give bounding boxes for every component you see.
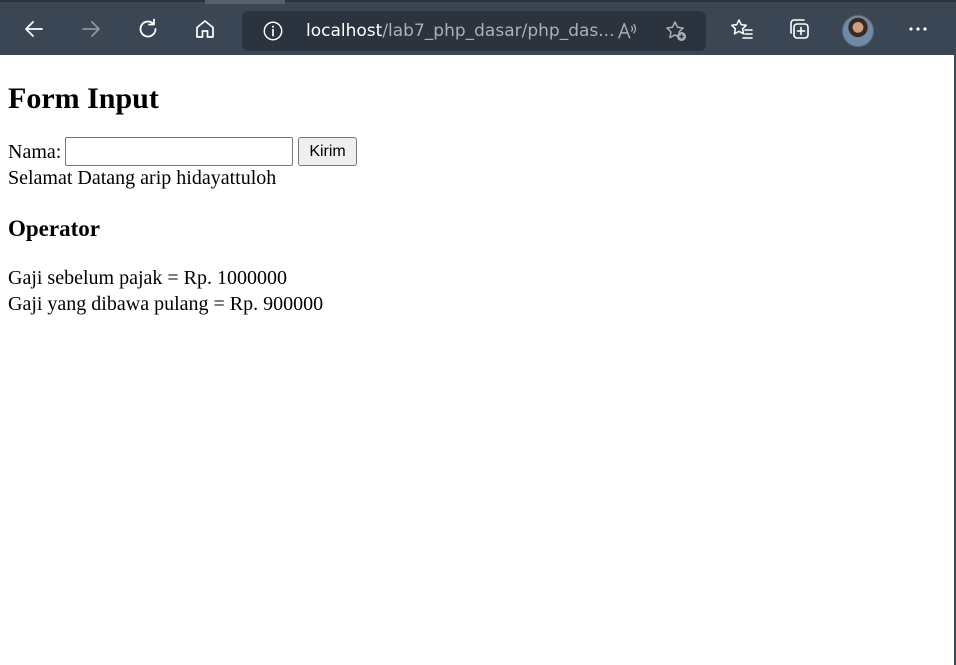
- back-button[interactable]: [18, 13, 50, 45]
- arrow-right-icon: [82, 21, 100, 37]
- active-tab-indicator: [205, 0, 285, 4]
- star-add-icon[interactable]: [664, 19, 688, 43]
- address-bar[interactable]: localhost/lab7_php_dasar/php_das...: [242, 11, 706, 51]
- info-circle-icon[interactable]: [262, 20, 284, 42]
- collections-button[interactable]: [783, 13, 815, 45]
- more-button[interactable]: [902, 13, 934, 45]
- read-aloud-icon[interactable]: [616, 20, 638, 42]
- collections-icon: [790, 19, 809, 39]
- favorites-list-icon: [731, 19, 753, 39]
- url-host: localhost: [306, 21, 383, 41]
- page-title: Form Input: [8, 82, 159, 115]
- greeting-text: Selamat Datang arip hidayattuloh: [8, 167, 277, 189]
- home-button[interactable]: [189, 13, 221, 45]
- salary-before-tax: Gaji sebelum pajak = Rp. 1000000: [8, 267, 288, 289]
- page-content: Form Input Nama: Kirim Selamat Datang ar…: [8, 55, 938, 317]
- section-heading: Operator: [8, 216, 100, 241]
- more-dots-icon: [909, 27, 927, 31]
- avatar[interactable]: [842, 15, 874, 47]
- address-url[interactable]: localhost/lab7_php_dasar/php_das...: [306, 21, 614, 41]
- url-path: /lab7_php_dasar/php_das...: [382, 21, 615, 41]
- name-input[interactable]: [65, 137, 294, 166]
- arrow-left-icon: [25, 21, 43, 37]
- submit-button[interactable]: Kirim: [298, 137, 357, 166]
- name-form: Nama: Kirim: [8, 136, 938, 167]
- forward-button[interactable]: [75, 13, 107, 45]
- favorites-button[interactable]: [726, 13, 758, 45]
- home-icon: [196, 20, 214, 38]
- name-label: Nama:: [8, 140, 62, 163]
- salary-take-home: Gaji yang dibawa pulang = Rp. 900000: [8, 293, 324, 315]
- browser-toolbar: localhost/lab7_php_dasar/php_das...: [0, 0, 956, 55]
- refresh-button[interactable]: [132, 13, 164, 45]
- refresh-icon: [139, 18, 157, 38]
